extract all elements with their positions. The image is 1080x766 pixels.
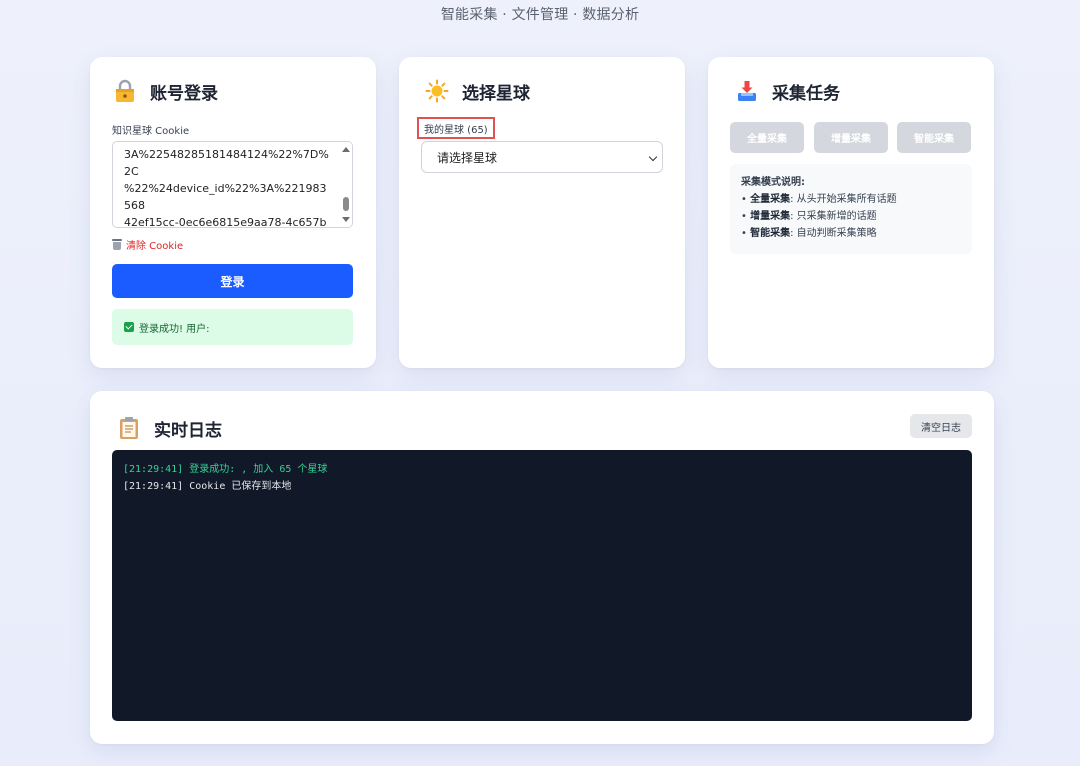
login-card: 账号登录 知识星球 Cookie 3A%22548285181484124%22…: [90, 57, 376, 368]
login-title: 账号登录: [150, 83, 218, 104]
cookie-textarea[interactable]: 3A%22548285181484124%22%7D%2C %22%24devi…: [112, 141, 353, 228]
cookie-scrollbar[interactable]: [340, 142, 352, 227]
scroll-up-arrow-icon[interactable]: [342, 147, 350, 152]
log-line: [21:29:41] Cookie 已保存到本地: [123, 481, 292, 492]
mode-name: 智能采集: [750, 228, 791, 239]
my-planets-label: 我的星球 (65): [417, 117, 495, 139]
task-card: 采集任务 全量采集 增量采集 智能采集 采集模式说明: • 全量采集: 从头开始…: [708, 57, 994, 368]
scroll-thumb[interactable]: [343, 197, 349, 211]
mode-item: • 全量采集: 从头开始采集所有话题: [741, 194, 897, 205]
smart-collect-button[interactable]: 智能采集: [897, 122, 971, 153]
trash-icon: [112, 239, 122, 250]
mode-desc: : 从头开始采集所有话题: [790, 194, 897, 205]
planet-title: 选择星球: [462, 83, 530, 104]
sun-icon: [424, 78, 450, 104]
login-button[interactable]: 登录: [112, 264, 353, 298]
lock-icon: [112, 78, 138, 104]
log-console[interactable]: [21:29:41] 登录成功: , 加入 65 个星球 [21:29:41] …: [112, 450, 972, 721]
cookie-label: 知识星球 Cookie: [112, 126, 190, 137]
clear-cookie-link[interactable]: 清除 Cookie: [112, 237, 183, 252]
clipboard-icon: [116, 415, 142, 441]
full-collect-button[interactable]: 全量采集: [730, 122, 804, 153]
login-success-text: 登录成功! 用户:: [139, 323, 210, 335]
log-title: 实时日志: [154, 420, 222, 441]
log-card-header: 实时日志: [116, 415, 222, 441]
page-subtitle: 智能采集 · 文件管理 · 数据分析: [440, 7, 640, 23]
log-card: 实时日志 清空日志 [21:29:41] 登录成功: , 加入 65 个星球 […: [90, 391, 994, 744]
login-success-alert: 登录成功! 用户:: [112, 309, 353, 345]
mode-item: • 增量采集: 只采集新增的话题: [741, 211, 877, 222]
clear-log-button[interactable]: 清空日志: [910, 414, 972, 438]
planet-select-value: 请选择星球: [437, 150, 498, 165]
clear-cookie-label: 清除 Cookie: [126, 241, 184, 252]
mode-desc: : 自动判断采集策略: [790, 228, 877, 239]
mode-item: • 智能采集: 自动判断采集策略: [741, 228, 877, 239]
task-title: 采集任务: [772, 83, 840, 104]
cookie-value[interactable]: 3A%22548285181484124%22%7D%2C %22%24devi…: [113, 142, 352, 227]
log-line: [21:29:41] 登录成功: , 加入 65 个星球: [123, 464, 328, 475]
chevron-down-icon: [648, 152, 658, 162]
scroll-down-arrow-icon[interactable]: [342, 217, 350, 222]
planet-card-header: 选择星球: [424, 78, 530, 104]
inbox-tray-icon: [734, 78, 760, 104]
mode-name: 全量采集: [750, 194, 791, 205]
task-card-header: 采集任务: [734, 78, 840, 104]
collect-modes-info: 采集模式说明: • 全量采集: 从头开始采集所有话题 • 增量采集: 只采集新增…: [730, 164, 972, 254]
incremental-collect-button[interactable]: 增量采集: [814, 122, 888, 153]
login-card-header: 账号登录: [112, 78, 218, 104]
planet-card: 选择星球 我的星球 (65) 请选择星球: [399, 57, 685, 368]
modes-heading: 采集模式说明:: [741, 177, 805, 188]
mode-name: 增量采集: [750, 211, 791, 222]
check-icon: [124, 322, 134, 332]
page: 智能采集 · 文件管理 · 数据分析 账号登录 知识星球 Cookie 3A%2…: [0, 0, 1080, 766]
planet-select[interactable]: 请选择星球: [421, 141, 663, 173]
mode-desc: : 只采集新增的话题: [790, 211, 877, 222]
